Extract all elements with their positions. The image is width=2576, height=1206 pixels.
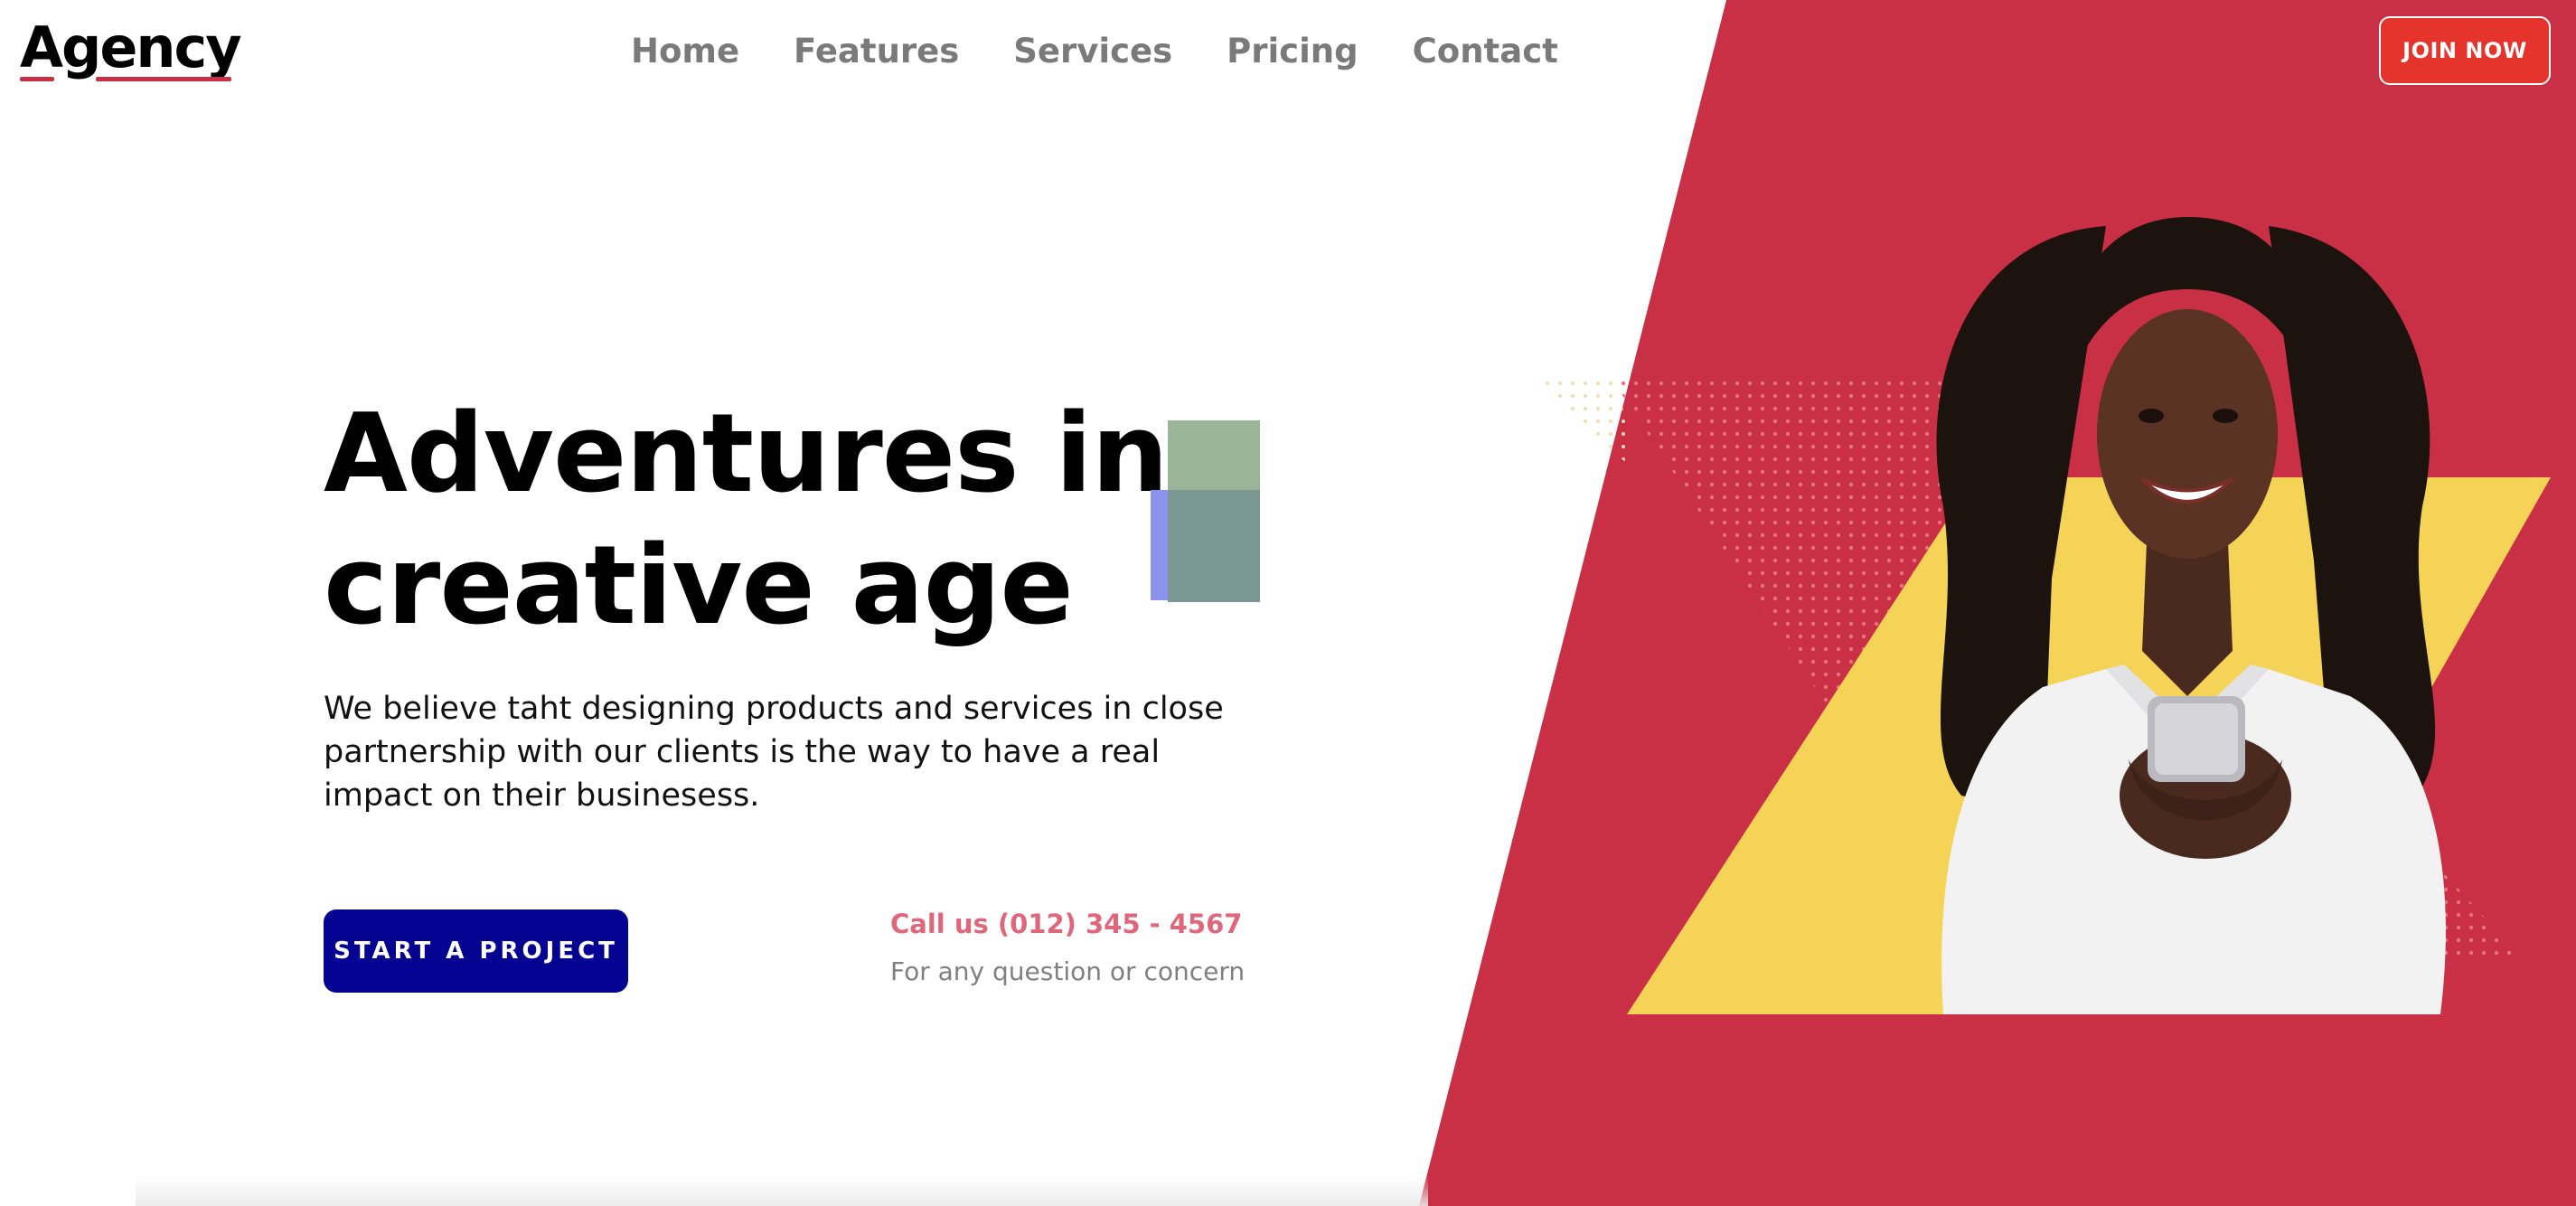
dot-pattern-light (1537, 382, 1634, 470)
agency-logo[interactable]: Agency (20, 14, 242, 92)
decor-teal-block (1168, 490, 1260, 602)
nav-pricing[interactable]: Pricing (1227, 29, 1359, 74)
nav-home[interactable]: Home (631, 29, 739, 74)
headline-line-1: Adventures in (324, 391, 1169, 517)
start-project-button[interactable]: START A PROJECT (324, 909, 628, 993)
decor-green-block (1168, 420, 1260, 490)
headline-line-2: creative age (324, 523, 1074, 649)
nav-services[interactable]: Services (1013, 29, 1172, 74)
logo-underline (20, 77, 231, 83)
call-us-phone[interactable]: Call us (012) 345 - 4567 (890, 909, 1242, 939)
nav-features[interactable]: Features (794, 29, 959, 74)
main-nav: Home Features Services Pricing Contact (631, 29, 1612, 74)
hero-headline: Adventures in creative age (324, 389, 1169, 653)
join-now-button[interactable]: JOIN NOW (2379, 16, 2551, 85)
call-us-subtext: For any question or concern (890, 956, 1246, 986)
logo-text: Agency (20, 14, 242, 80)
section-shadow (136, 1175, 1428, 1206)
nav-contact[interactable]: Contact (1413, 29, 1558, 74)
hero-photo (1936, 217, 2446, 1014)
hero-lead-text: We believe taht designing products and s… (324, 691, 1224, 814)
